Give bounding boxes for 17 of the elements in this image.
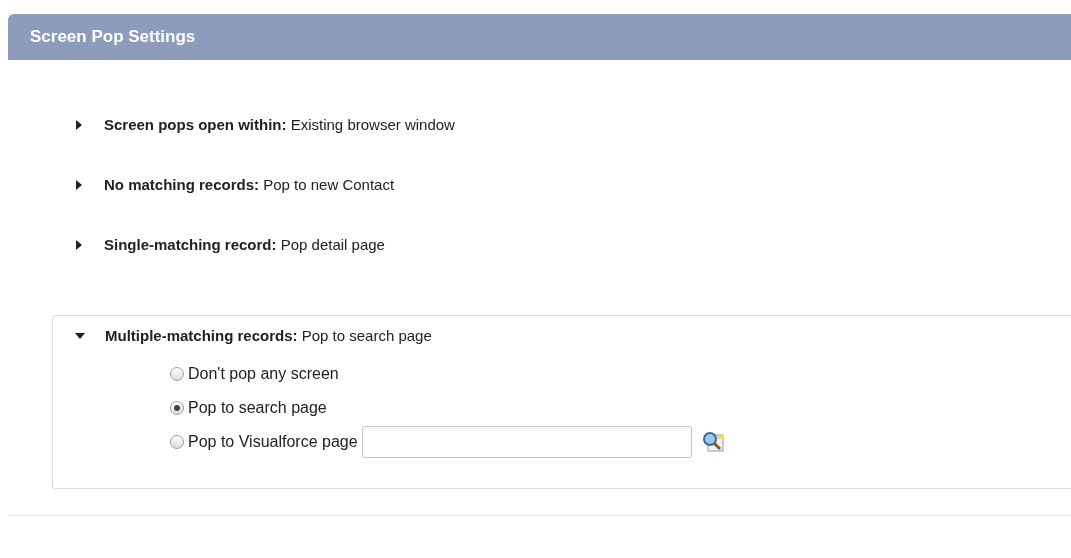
page-input-field[interactable] xyxy=(361,426,692,458)
radio-button[interactable] xyxy=(170,435,184,449)
expand-arrow-icon[interactable] xyxy=(74,180,84,190)
setting-summary: No matching records: Pop to new Contact xyxy=(104,174,395,195)
section-header: Screen Pop Settings xyxy=(8,14,1071,60)
setting-summary: Screen pops open within: Existing browser window xyxy=(104,114,455,135)
lookup-magnifier-icon[interactable] xyxy=(701,431,724,453)
radio-label: Don't pop any screen xyxy=(188,364,339,384)
radio-label: Pop to Visualforce page xyxy=(188,432,358,452)
setting-summary: Single-matching record: Pop detail page xyxy=(104,234,385,255)
expand-arrow-icon[interactable] xyxy=(74,120,84,130)
collapse-arrow-icon[interactable] xyxy=(75,331,85,341)
radio-button[interactable] xyxy=(170,401,184,415)
radio-label: Pop to search page xyxy=(188,398,327,418)
radio-button[interactable] xyxy=(170,367,184,381)
setting-summary: Multiple-matching records: Pop to search page xyxy=(105,325,432,346)
expand-arrow-icon[interactable] xyxy=(74,240,84,250)
